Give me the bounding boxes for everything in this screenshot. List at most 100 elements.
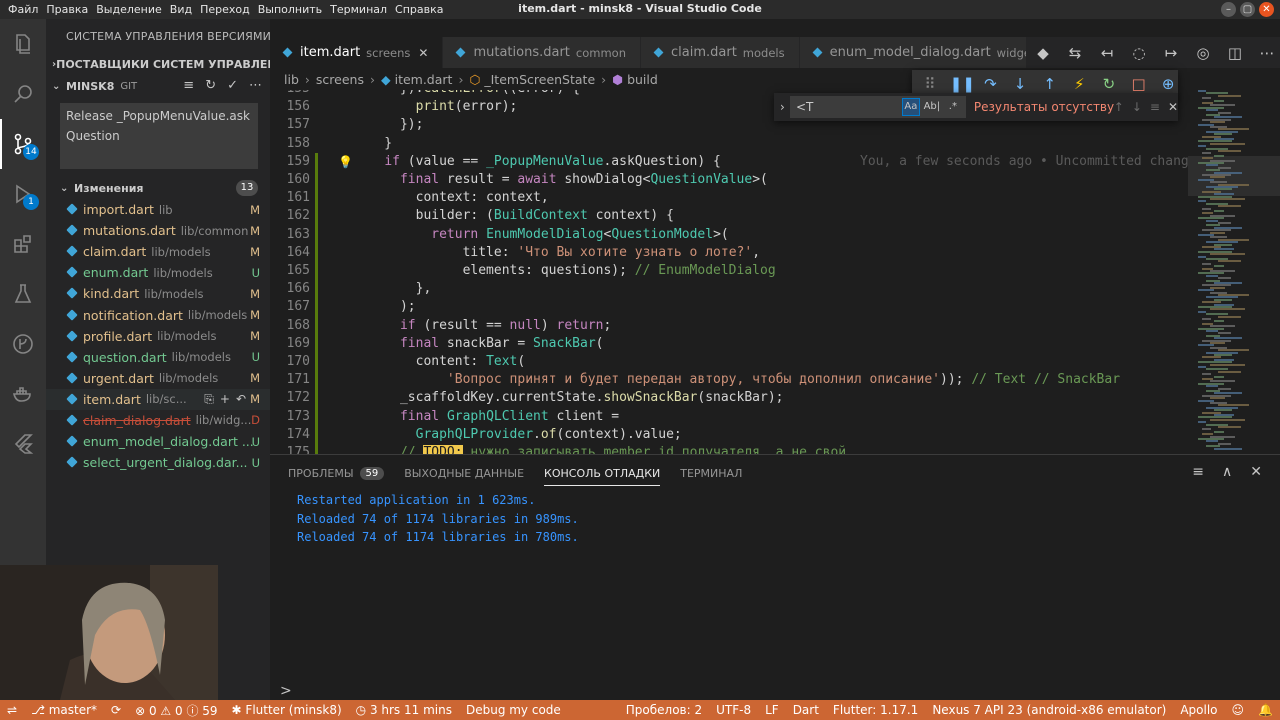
activity-extensions[interactable] (0, 219, 46, 269)
tab-problems[interactable]: ПРОБЛЕМЫ 59 (288, 455, 385, 491)
lightbulb-icon[interactable]: 💡 (338, 153, 353, 171)
stop-icon[interactable]: □ (1129, 75, 1149, 93)
code-line[interactable]: 165 elements: questions); // EnumModelDi… (270, 262, 1188, 281)
restart-icon[interactable]: ↻ (1099, 75, 1119, 93)
code-line[interactable]: 162 builder: (BuildContext context) { (270, 207, 1188, 226)
sync-icon[interactable]: ⟳ (104, 703, 128, 717)
problems-status[interactable]: ⊗ 0 ⚠ 0 ⓘ 59 (128, 702, 224, 719)
step-out-icon[interactable]: ↑ (1040, 75, 1060, 93)
flutter-status[interactable]: ✱ Flutter (minsk8) (225, 703, 349, 717)
step-into-icon[interactable]: ↓ (1010, 75, 1030, 93)
toggle-blame-icon[interactable]: ◌ (1130, 44, 1148, 62)
providers-section-header[interactable]: › ПОСТАВЩИКИ СИСТЕМ УПРАВЛЕН... (46, 53, 270, 75)
clear-console-icon[interactable]: ≡ (1192, 464, 1204, 480)
activity-testing[interactable] (0, 269, 46, 319)
stage-change-icon[interactable]: + (220, 392, 230, 407)
code-line[interactable]: 172 _scaffoldKey.currentState.showSnackB… (270, 389, 1188, 408)
menu-view[interactable]: Вид (166, 3, 196, 16)
activity-search[interactable] (0, 69, 46, 119)
menu-terminal[interactable]: Терминал (326, 3, 391, 16)
changed-file-item[interactable]: claim.dart lib/models M (46, 241, 270, 262)
changes-section-header[interactable]: ⌄ Изменения 13 (46, 177, 270, 199)
changed-file-item[interactable]: urgent.dart lib/models M (46, 368, 270, 389)
next-change-icon[interactable]: ↦ (1162, 44, 1180, 62)
code-line[interactable]: 164 title: 'Что Вы хотите узнать о лоте?… (270, 243, 1188, 262)
tab-terminal[interactable]: ТЕРМИНАЛ (680, 455, 742, 491)
inspect-widget-icon[interactable]: ⊕ (1158, 75, 1178, 93)
eol-status[interactable]: LF (758, 703, 786, 717)
compare-changes-icon[interactable]: ⇆ (1066, 44, 1084, 62)
notifications-icon[interactable]: 🔔 (1251, 703, 1280, 717)
menu-edit[interactable]: Правка (42, 3, 92, 16)
code-line[interactable]: 173 final GraphQLClient client = (270, 407, 1188, 426)
code-editor[interactable]: 155 }).catchError((error) {156 print(err… (270, 90, 1188, 454)
use-regex-toggle[interactable]: .* (944, 98, 962, 116)
apollo-status[interactable]: Apollo (1173, 703, 1224, 717)
code-line[interactable]: 174 GraphQLProvider.of(context).value; (270, 425, 1188, 444)
remote-icon[interactable]: ⇌ (0, 703, 24, 717)
close-find-icon[interactable]: ✕ (1168, 100, 1178, 114)
code-line[interactable]: 169 final snackBar = SnackBar( (270, 334, 1188, 353)
match-case-toggle[interactable]: Aa (901, 98, 920, 116)
changed-file-item[interactable]: select_urgent_dialog.dar... U (46, 452, 270, 473)
debug-console-input[interactable]: > (280, 683, 292, 699)
menu-file[interactable]: Файл (4, 3, 42, 16)
editor-tab[interactable]: mutations.dart common (443, 37, 641, 68)
maximize-button[interactable]: ▢ (1240, 2, 1255, 17)
changed-file-item[interactable]: notification.dart lib/models M (46, 304, 270, 325)
find-input[interactable]: <T Aa Ab| .* (790, 96, 966, 118)
code-line[interactable]: 167 ); (270, 298, 1188, 317)
code-line[interactable]: 159 💡 if (value == _PopupMenuValue.askQue… (270, 152, 1188, 171)
close-panel-icon[interactable]: ✕ (1250, 464, 1262, 480)
open-changes-icon[interactable]: ◎ (1194, 44, 1212, 62)
refresh-icon[interactable]: ↻ (205, 78, 216, 93)
code-line[interactable]: 160 final result = await showDialog<Ques… (270, 171, 1188, 190)
device-status[interactable]: Nexus 7 API 23 (android-x86 emulator) (925, 703, 1173, 717)
split-editor-icon[interactable]: ◫ (1226, 44, 1244, 62)
changed-file-item[interactable]: enum_model_dialog.dart ... U (46, 431, 270, 452)
tab-debug-console[interactable]: КОНСОЛЬ ОТЛАДКИ (544, 455, 661, 491)
changed-file-item[interactable]: profile.dart lib/models M (46, 326, 270, 347)
hot-reload-icon[interactable]: ⚡ (1070, 75, 1090, 93)
repo-section-header[interactable]: ⌄ MINSK8 GIT ≡ ↻ ✓ ⋯ (46, 75, 270, 97)
activity-docker[interactable] (0, 369, 46, 419)
menu-help[interactable]: Справка (391, 3, 447, 16)
activity-git-graph[interactable] (0, 319, 46, 369)
editor-tab[interactable]: claim.dart models (641, 37, 800, 68)
editor-tab[interactable]: enum_model_dialog.dart widgets (799, 37, 1026, 68)
previous-change-icon[interactable]: ↤ (1098, 44, 1116, 62)
code-line[interactable]: 170 content: Text( (270, 353, 1188, 372)
flutter-version-status[interactable]: Flutter: 1.17.1 (826, 703, 925, 717)
maximize-panel-icon[interactable]: ∧ (1222, 464, 1232, 480)
open-file-icon[interactable]: ⎘ (204, 392, 214, 407)
breadcrumb-lib[interactable]: lib (284, 72, 299, 87)
git-branch[interactable]: ⎇ master* (24, 703, 104, 717)
commit-message-input[interactable]: Release _PopupMenuValue.askQuestion (60, 103, 258, 169)
activity-explorer[interactable] (0, 19, 46, 69)
toggle-replace-icon[interactable]: › (780, 100, 785, 114)
step-over-icon[interactable]: ↷ (981, 75, 1001, 93)
changed-file-item[interactable]: enum.dart lib/models U (46, 262, 270, 283)
dart-action-icon[interactable]: ◆ (1034, 44, 1052, 62)
code-line[interactable]: 163 return EnumModelDialog<QuestionModel… (270, 225, 1188, 244)
activity-flutter[interactable] (0, 419, 46, 469)
previous-match-icon[interactable]: ↑ (1114, 100, 1124, 114)
breadcrumb-screens[interactable]: screens (316, 72, 364, 87)
close-window-button[interactable]: ✕ (1259, 2, 1274, 17)
code-line[interactable]: 161 context: context, (270, 189, 1188, 208)
debug-mode[interactable]: Debug my code (459, 703, 568, 717)
code-line[interactable]: 168 if (result == null) return; (270, 316, 1188, 335)
match-whole-word-toggle[interactable]: Ab| (923, 98, 941, 116)
minimize-button[interactable]: – (1221, 2, 1236, 17)
feedback-icon[interactable]: ☺ (1225, 703, 1252, 717)
editor-tab[interactable]: item.dart screens ✕ (270, 37, 444, 68)
activity-source-control[interactable]: 14 (0, 119, 46, 169)
code-line[interactable]: 175 // TODO: нужно записывать member.id … (270, 444, 1188, 454)
more-actions-icon[interactable]: ⋯ (1258, 44, 1276, 62)
breadcrumb-method[interactable]: build (627, 72, 658, 87)
discard-change-icon[interactable]: ↶ (236, 392, 246, 407)
changed-file-item[interactable]: kind.dart lib/models M (46, 283, 270, 304)
code-line[interactable]: 171 'Вопрос принят и будет передан автор… (270, 371, 1188, 390)
next-match-icon[interactable]: ↓ (1132, 100, 1142, 114)
view-as-tree-icon[interactable]: ≡ (183, 78, 194, 93)
